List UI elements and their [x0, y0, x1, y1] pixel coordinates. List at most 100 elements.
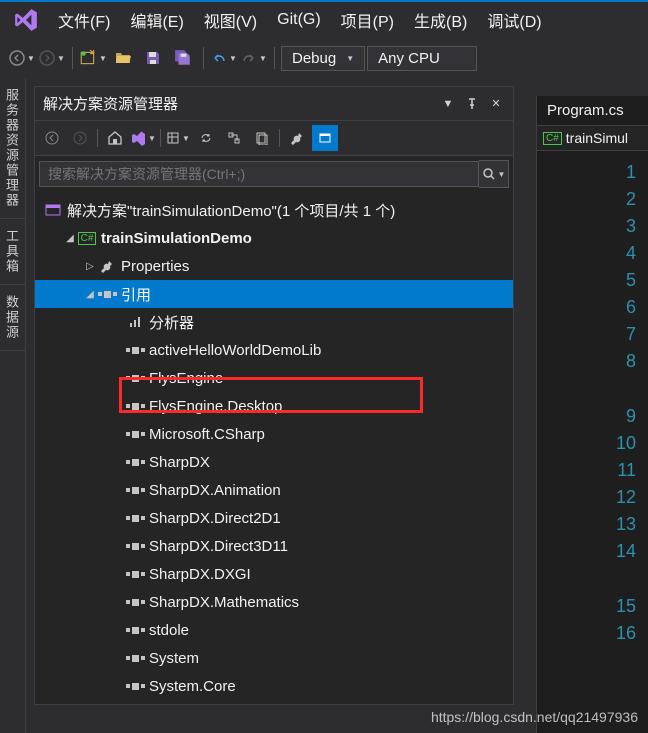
search-input[interactable] [39, 161, 479, 187]
config-value: Debug [292, 50, 336, 67]
expander-icon[interactable]: ▷ [83, 261, 97, 272]
preview-icon[interactable] [312, 125, 338, 151]
pin-icon[interactable] [463, 95, 481, 113]
vs-logo [10, 4, 42, 36]
menu-debug[interactable]: 调试(D) [477, 4, 551, 36]
menu-project[interactable]: 项目(P) [331, 4, 404, 36]
reference-icon [125, 431, 145, 438]
redo-button[interactable]: ▼ [240, 44, 268, 72]
reference-node[interactable]: activeHelloWorldDemoLib [35, 336, 513, 364]
reference-icon [125, 487, 145, 494]
config-dropdown[interactable]: Debug ▼ [281, 46, 365, 71]
reference-node[interactable]: SharpDX.Direct3D11 [35, 532, 513, 560]
nav-forward-button[interactable]: ▼ [38, 44, 66, 72]
analyzer-node[interactable]: 分析器 [35, 308, 513, 336]
watermark: https://blog.csdn.net/qq21497936 [431, 709, 638, 725]
reference-node[interactable]: SharpDX.Mathematics [35, 588, 513, 616]
reference-icon [125, 515, 145, 522]
reference-node[interactable]: FlysEngine.Desktop [35, 392, 513, 420]
back-icon[interactable] [39, 125, 65, 151]
reference-icon [125, 347, 145, 354]
panel-title: 解决方案资源管理器 [43, 93, 433, 114]
vtab-toolbox[interactable]: 工具箱 [0, 219, 25, 285]
reference-label: System.Core [149, 678, 236, 695]
panel-toolbar: ▼ ▼ [35, 120, 513, 156]
reference-icon [125, 543, 145, 550]
editor-namespace-dropdown[interactable]: C# trainSimul [537, 126, 648, 151]
reference-icon [125, 683, 145, 690]
reference-label: System [149, 650, 199, 667]
solution-node[interactable]: 解决方案"trainSimulationDemo"(1 个项目/共 1 个) [35, 196, 513, 224]
new-project-button[interactable]: ▼ [79, 44, 107, 72]
platform-value: Any CPU [378, 50, 440, 67]
save-all-button[interactable] [169, 44, 197, 72]
properties-icon[interactable] [284, 125, 310, 151]
panel-dropdown-icon[interactable]: ▼ [439, 95, 457, 113]
references-icon [97, 291, 117, 298]
reference-node[interactable]: FlysEngine [35, 364, 513, 392]
reference-node[interactable]: Microsoft.CSharp [35, 420, 513, 448]
search-row: ▼ [35, 156, 513, 192]
reference-label: SharpDX.Direct3D11 [149, 538, 288, 555]
reference-node[interactable]: stdole [35, 616, 513, 644]
reference-node[interactable]: SharpDX.DXGI [35, 560, 513, 588]
panel-title-bar: 解决方案资源管理器 ▼ ✕ [35, 87, 513, 120]
solution-icon [43, 202, 63, 218]
reference-icon [125, 599, 145, 606]
reference-node[interactable]: System [35, 644, 513, 672]
reference-icon [125, 403, 145, 410]
reference-label: SharpDX.Mathematics [149, 594, 299, 611]
project-label: trainSimulationDemo [101, 230, 252, 247]
reference-icon [125, 459, 145, 466]
nav-back-button[interactable]: ▼ [8, 44, 36, 72]
expander-icon[interactable]: ◢ [63, 233, 77, 244]
main-toolbar: ▼ ▼ ▼ ▼ ▼ Debug ▼ Any CPU [0, 38, 648, 78]
home-icon[interactable] [102, 125, 128, 151]
analyzer-icon [125, 315, 145, 329]
reference-label: SharpDX.Animation [149, 482, 281, 499]
references-label: 引用 [121, 284, 151, 305]
reference-node[interactable]: SharpDX.Direct2D1 [35, 504, 513, 532]
reference-icon [125, 571, 145, 578]
search-icon[interactable]: ▼ [479, 160, 509, 188]
pending-changes-icon[interactable]: ▼ [165, 125, 191, 151]
reference-node[interactable]: SharpDX.Animation [35, 476, 513, 504]
menu-file[interactable]: 文件(F) [48, 4, 120, 36]
switch-views-icon[interactable]: ▼ [130, 125, 156, 151]
references-node[interactable]: ◢ 引用 [35, 280, 513, 308]
sync-icon[interactable] [193, 125, 219, 151]
menu-build[interactable]: 生成(B) [404, 4, 477, 36]
vertical-tabs: 服务器资源管理器 工具箱 数据源 [0, 78, 26, 733]
menu-view[interactable]: 视图(V) [194, 4, 267, 36]
show-all-files-icon[interactable] [249, 125, 275, 151]
reference-label: FlysEngine.Desktop [149, 398, 282, 415]
platform-dropdown[interactable]: Any CPU [367, 46, 477, 71]
collapse-all-icon[interactable] [221, 125, 247, 151]
reference-icon [125, 375, 145, 382]
analyzer-label: 分析器 [149, 312, 194, 333]
save-button[interactable] [139, 44, 167, 72]
reference-label: SharpDX.Direct2D1 [149, 510, 281, 527]
properties-node[interactable]: ▷ Properties [35, 252, 513, 280]
vtab-server-explorer[interactable]: 服务器资源管理器 [0, 78, 25, 219]
undo-button[interactable]: ▼ [210, 44, 238, 72]
reference-node[interactable]: System.Core [35, 672, 513, 700]
reference-label: SharpDX.DXGI [149, 566, 251, 583]
editor-tab[interactable]: Program.cs [537, 96, 648, 126]
menu-git[interactable]: Git(G) [267, 7, 331, 33]
editor-area: Program.cs C# trainSimul 123456789101112… [536, 96, 648, 733]
reference-label: SharpDX [149, 454, 210, 471]
reference-icon [125, 655, 145, 662]
csharp-project-icon: C# [77, 232, 97, 245]
line-number-gutter: 12345678910111213141516 [537, 151, 648, 655]
close-icon[interactable]: ✕ [487, 95, 505, 113]
reference-node[interactable]: SharpDX [35, 448, 513, 476]
forward-icon[interactable] [67, 125, 93, 151]
menu-edit[interactable]: 编辑(E) [120, 4, 193, 36]
properties-label: Properties [121, 258, 189, 275]
open-file-button[interactable] [109, 44, 137, 72]
vtab-data-sources[interactable]: 数据源 [0, 285, 25, 351]
solution-tree: 解决方案"trainSimulationDemo"(1 个项目/共 1 个) ◢… [35, 192, 513, 704]
expander-icon[interactable]: ◢ [83, 289, 97, 300]
project-node[interactable]: ◢ C# trainSimulationDemo [35, 224, 513, 252]
